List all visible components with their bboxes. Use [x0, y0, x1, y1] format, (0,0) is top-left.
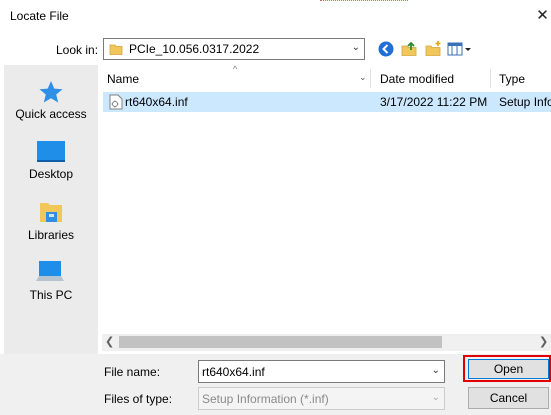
look-in-label: Look in:	[56, 43, 99, 57]
file-name-value: rt640x64.inf	[202, 365, 265, 379]
file-row[interactable]: rt640x64.inf 3/17/2022 11:22 PM Setup In…	[103, 92, 551, 112]
file-name: rt640x64.inf	[125, 95, 188, 109]
file-name-label: File name:	[104, 365, 161, 379]
back-icon[interactable]	[377, 40, 395, 58]
file-list[interactable]: ^ Name ⌄ Date modified Type rt640x64.inf…	[102, 65, 551, 354]
inf-file-icon	[109, 94, 123, 113]
window-title: Locate File	[10, 9, 69, 23]
computer-icon	[36, 261, 64, 281]
column-header-label: Type	[499, 72, 526, 86]
place-label: This PC	[29, 288, 73, 302]
place-this-pc[interactable]: This PC	[4, 259, 98, 302]
look-in-dropdown[interactable]: PCIe_10.056.0317.2022 ⌄	[103, 38, 365, 60]
chevron-down-icon: ⌄	[351, 42, 360, 53]
places-bar: Quick access Desktop Libraries This PC	[4, 65, 98, 354]
column-header-label: Date modified	[380, 72, 455, 86]
place-quick-access[interactable]: Quick access	[4, 80, 98, 121]
folder-icon	[109, 42, 123, 59]
new-folder-icon[interactable]	[424, 40, 442, 58]
close-button[interactable]: ✕	[534, 6, 551, 26]
view-menu-icon[interactable]	[447, 40, 473, 58]
chevron-down-icon: ⌄	[431, 392, 440, 403]
place-label: Quick access	[15, 107, 87, 121]
scroll-right-icon[interactable]: ❯	[539, 335, 548, 348]
files-of-type-dropdown[interactable]: Setup Information (*.inf) ⌄	[198, 387, 445, 410]
files-of-type-label: Files of type:	[104, 392, 173, 406]
scrollbar-thumb[interactable]	[119, 336, 442, 348]
file-date-modified: 3/17/2022 11:22 PM	[380, 95, 488, 109]
chevron-down-icon[interactable]: ⌄	[359, 72, 367, 83]
column-header-label: Name	[107, 72, 140, 86]
desktop-icon	[37, 141, 65, 162]
place-label: Desktop	[28, 167, 74, 181]
place-libraries[interactable]: Libraries	[4, 199, 98, 242]
column-divider[interactable]	[490, 69, 491, 88]
column-header-name[interactable]: Name	[107, 65, 367, 91]
open-button[interactable]: Open	[468, 359, 549, 379]
title-bar: Locate File ✕	[0, 0, 551, 34]
cancel-button[interactable]: Cancel	[468, 387, 549, 409]
place-desktop[interactable]: Desktop	[4, 140, 98, 181]
up-folder-icon[interactable]	[400, 40, 418, 58]
column-divider[interactable]	[370, 69, 371, 88]
file-name-input[interactable]: rt640x64.inf ⌄	[198, 360, 445, 383]
column-header-date-modified[interactable]: Date modified	[380, 65, 454, 91]
scroll-left-icon[interactable]: ❮	[105, 335, 114, 348]
chevron-down-icon[interactable]: ⌄	[432, 365, 440, 376]
horizontal-scrollbar[interactable]: ❮ ❯	[102, 334, 551, 351]
libraries-icon	[40, 203, 62, 222]
dotted-line-decoration	[320, 0, 408, 1]
column-header-type[interactable]: Type	[499, 65, 525, 91]
file-type: Setup Information	[499, 95, 551, 109]
files-of-type-value: Setup Information (*.inf)	[202, 392, 329, 406]
look-in-value: PCIe_10.056.0317.2022	[129, 42, 260, 56]
star-icon	[39, 81, 63, 103]
place-label: Libraries	[27, 228, 75, 242]
